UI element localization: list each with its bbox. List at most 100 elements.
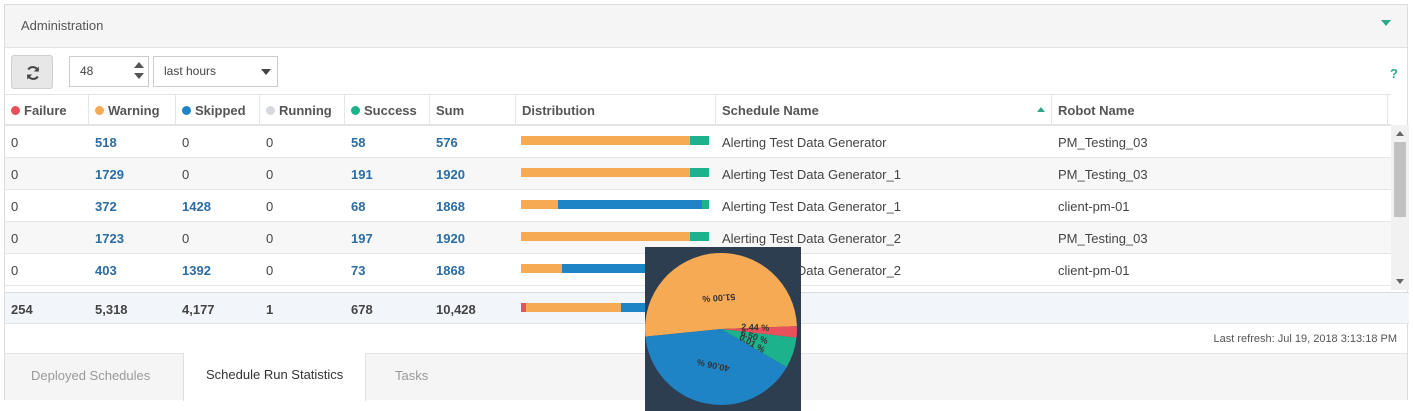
cell-skipped: 0 [182, 135, 190, 150]
cell-skipped: 0 [182, 167, 190, 182]
last-refresh-text: Last refresh: Jul 19, 2018 3:13:18 PM [1213, 333, 1397, 345]
time-range-select[interactable]: last hours [153, 56, 278, 87]
cell-skipped[interactable]: 1392 [176, 254, 217, 285]
distribution-segment-warning [521, 232, 690, 241]
cell-failure: 0 [11, 135, 19, 150]
col-robot-name[interactable]: Robot Name [1052, 95, 1388, 125]
time-range-value: last hours [164, 64, 217, 78]
spin-up-icon[interactable] [134, 62, 144, 68]
table-row[interactable]: 0 518 0 0 58 576 Alerting Test Data Generator P… [5, 126, 1391, 158]
cell-failure: 0 [11, 231, 19, 246]
col-distribution[interactable]: Distribution [516, 95, 716, 125]
running-dot-icon [266, 106, 275, 115]
cell-success[interactable]: 68 [345, 190, 371, 221]
total-success: 678 [351, 302, 373, 317]
warning-dot-icon [95, 106, 104, 115]
table-row[interactable]: 0 1729 0 0 191 1920 Alerting Test Data Generat… [5, 158, 1391, 190]
refresh-icon [27, 66, 39, 80]
tab-schedule-run-statistics[interactable]: Schedule Run Statistics [183, 353, 367, 401]
scroll-thumb[interactable] [1394, 142, 1406, 217]
cell-sum[interactable]: 1868 [430, 254, 471, 285]
refresh-button[interactable] [11, 55, 53, 89]
cell-failure: 0 [11, 167, 19, 182]
cell-warning[interactable]: 1723 [89, 222, 130, 253]
cell-warning[interactable]: 518 [89, 126, 123, 157]
cell-schedule: Alerting Test Data Generator_1 [722, 167, 901, 182]
col-skipped[interactable]: Skipped [176, 95, 260, 125]
cell-robot: PM_Testing_03 [1058, 135, 1148, 150]
failure-dot-icon [11, 106, 20, 115]
distribution-pie-tooltip: 51.00 % 2.44 % 6.50 % 0.01 % 40.06 % [645, 247, 801, 411]
tab-tasks[interactable]: Tasks [373, 354, 450, 401]
cell-running: 0 [266, 199, 274, 214]
distribution-segment-success [689, 232, 709, 241]
cell-sum[interactable]: 1920 [430, 158, 471, 189]
cell-skipped: 0 [182, 231, 190, 246]
distribution-segment-success [702, 200, 709, 209]
cell-robot: PM_Testing_03 [1058, 167, 1148, 182]
panel-title: Administration [21, 18, 104, 33]
distribution-segment-success [690, 136, 709, 145]
chevron-down-icon [261, 69, 271, 75]
total-running: 1 [266, 302, 274, 317]
cell-running: 0 [266, 263, 274, 278]
panel-header[interactable]: Administration [5, 5, 1407, 48]
distribution-segment-success [690, 168, 709, 177]
scroll-down-icon[interactable] [1396, 279, 1404, 284]
total-skipped: 4,177 [182, 302, 215, 317]
totals-segment-warning [525, 303, 622, 312]
col-warning[interactable]: Warning [89, 95, 176, 125]
scroll-up-icon[interactable] [1396, 131, 1404, 136]
cell-running: 0 [266, 231, 274, 246]
distribution-segment-warning [521, 168, 691, 177]
col-sum[interactable]: Sum [430, 95, 516, 125]
distribution-segment-skipped [558, 200, 703, 209]
distribution-segment-warning [521, 200, 559, 209]
cell-success[interactable]: 197 [345, 222, 379, 253]
cell-sum[interactable]: 1920 [430, 222, 471, 253]
help-icon[interactable]: ? [1390, 66, 1398, 81]
distribution-pie-chart: 51.00 %2.44 %6.50 %0.01 %40.06 % [645, 252, 797, 405]
cell-robot: PM_Testing_03 [1058, 231, 1148, 246]
cell-robot: client-pm-01 [1058, 263, 1130, 278]
cell-success[interactable]: 58 [345, 126, 371, 157]
toolbar: 48 last hours ? [5, 49, 1407, 95]
spin-down-icon[interactable] [134, 73, 144, 79]
table-row[interactable]: 0 372 1428 0 68 1868 Alerting Test Data Genera… [5, 190, 1391, 222]
col-success[interactable]: Success [345, 95, 430, 125]
cell-running: 0 [266, 167, 274, 182]
cell-sum[interactable]: 576 [430, 126, 464, 157]
cell-failure: 0 [11, 199, 19, 214]
distribution-segment-warning [521, 136, 691, 145]
hours-value: 48 [80, 64, 94, 78]
total-warning: 5,318 [95, 302, 128, 317]
grid-header: Failure Warning Skipped Running Success … [5, 94, 1391, 126]
col-schedule-name[interactable]: Schedule Name [716, 95, 1052, 125]
cell-skipped[interactable]: 1428 [176, 190, 217, 221]
cell-success[interactable]: 191 [345, 158, 379, 189]
cell-failure: 0 [11, 263, 19, 278]
cell-robot: client-pm-01 [1058, 199, 1130, 214]
tab-deployed-schedules[interactable]: Deployed Schedules [9, 354, 172, 401]
sort-ascending-icon[interactable] [1037, 107, 1045, 112]
cell-running: 0 [266, 135, 274, 150]
cell-warning[interactable]: 372 [89, 190, 123, 221]
success-dot-icon [351, 106, 360, 115]
cell-schedule: Alerting Test Data Generator_1 [722, 199, 901, 214]
col-running[interactable]: Running [260, 95, 345, 125]
distribution-bar[interactable] [521, 168, 709, 177]
cell-warning[interactable]: 403 [89, 254, 123, 285]
distribution-bar[interactable] [521, 136, 709, 145]
cell-success[interactable]: 73 [345, 254, 371, 285]
cell-warning[interactable]: 1729 [89, 158, 130, 189]
distribution-bar[interactable] [521, 232, 709, 241]
cell-sum[interactable]: 1868 [430, 190, 471, 221]
grid-scrollbar[interactable] [1391, 125, 1409, 290]
distribution-bar[interactable] [521, 200, 709, 209]
cell-schedule: Alerting Test Data Generator [722, 135, 887, 150]
total-sum: 10,428 [436, 302, 476, 317]
skipped-dot-icon [182, 106, 191, 115]
col-failure[interactable]: Failure [5, 95, 89, 125]
hours-number-input[interactable]: 48 [69, 56, 149, 87]
collapse-caret-icon[interactable] [1381, 20, 1391, 26]
